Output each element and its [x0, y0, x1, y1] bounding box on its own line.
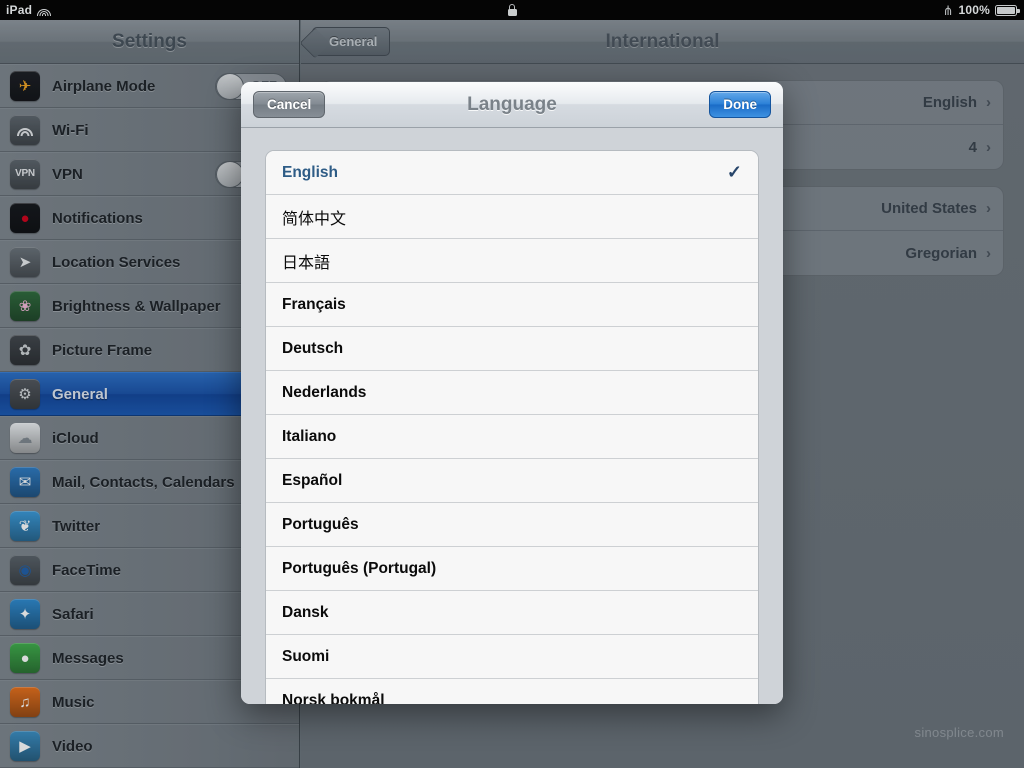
language-list-item[interactable]: Norsk bokmål	[266, 679, 758, 704]
status-bar-right: ⋔ 100%	[943, 3, 1024, 17]
language-list-item[interactable]: Nederlands	[266, 371, 758, 415]
language-name: Português	[282, 515, 359, 533]
language-name: 简体中文	[282, 210, 347, 228]
language-list-item[interactable]: Português (Portugal)	[266, 547, 758, 591]
status-bar: iPad ⋔ 100%	[0, 0, 1024, 20]
language-name: Français	[282, 295, 346, 313]
language-list-item[interactable]: Deutsch	[266, 327, 758, 371]
bluetooth-icon: ⋔	[942, 2, 954, 18]
language-list-item[interactable]: 日本語	[266, 239, 758, 283]
status-bar-left: iPad	[0, 3, 52, 17]
cancel-button[interactable]: Cancel	[253, 91, 326, 118]
language-name: English	[282, 163, 338, 181]
language-name: Deutsch	[282, 339, 344, 357]
language-name: Suomi	[282, 647, 330, 665]
battery-icon	[995, 4, 1020, 16]
modal-body: English ✓ 简体中文日本語 Français Deutsch Nederlands…	[241, 128, 783, 704]
language-name: Nederlands	[282, 383, 367, 401]
language-name: 日本語	[282, 254, 331, 272]
status-bar-center	[0, 4, 1024, 16]
modal-toolbar: Cancel Language Done	[241, 82, 783, 128]
language-modal: Cancel Language Done English ✓ 简体中文日本語 Fran…	[241, 82, 783, 704]
wifi-icon	[37, 5, 52, 16]
ipad-screen: iPad ⋔ 100% Settings ✈Airplane ModeOFFWi…	[0, 0, 1024, 768]
language-list-item[interactable]: Français	[266, 283, 758, 327]
language-list-item[interactable]: Italiano	[266, 415, 758, 459]
language-name: Norsk bokmål	[282, 691, 385, 705]
device-label: iPad	[6, 3, 33, 17]
rotation-lock-icon	[507, 4, 517, 16]
language-list-item[interactable]: English ✓	[266, 151, 758, 195]
language-list-item[interactable]: Español	[266, 459, 758, 503]
done-button[interactable]: Done	[709, 91, 771, 118]
language-list: English ✓ 简体中文日本語 Français Deutsch Nederlands…	[265, 150, 759, 704]
language-list-item[interactable]: Suomi	[266, 635, 758, 679]
language-name: Português (Portugal)	[282, 559, 437, 577]
language-name: Italiano	[282, 427, 337, 445]
language-list-item[interactable]: Dansk	[266, 591, 758, 635]
language-name: Español	[282, 471, 343, 489]
checkmark-icon: ✓	[726, 162, 742, 182]
battery-percent-label: 100%	[958, 3, 990, 17]
language-name: Dansk	[282, 603, 329, 621]
language-list-item[interactable]: Português	[266, 503, 758, 547]
language-list-item[interactable]: 简体中文	[266, 195, 758, 239]
